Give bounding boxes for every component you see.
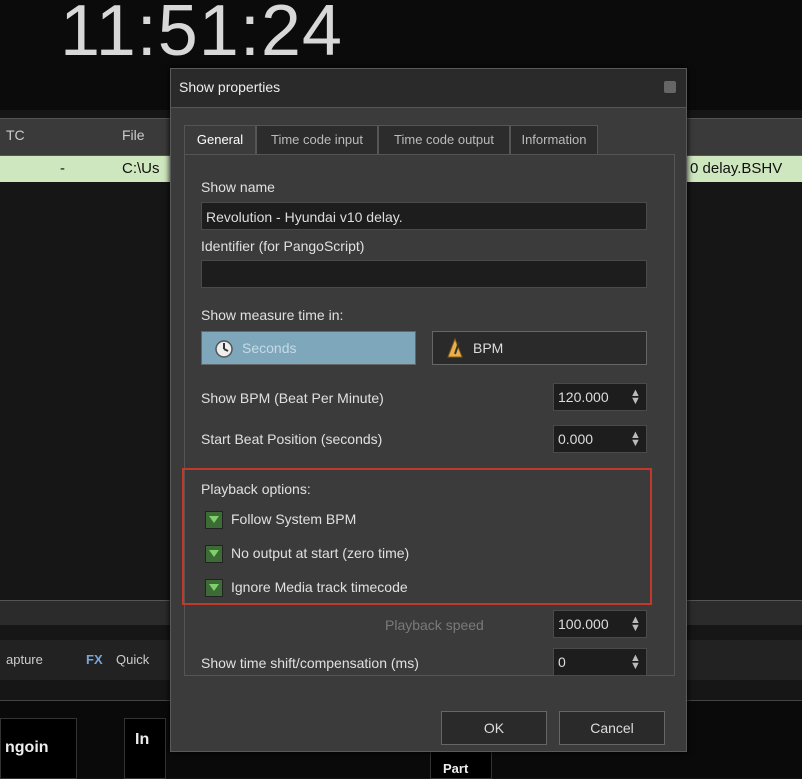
bpm-spinbox[interactable]: 120.000 ▲ ▼ (553, 383, 647, 411)
ok-button[interactable]: OK (441, 711, 547, 745)
tab-capture[interactable]: apture (6, 652, 43, 667)
dialog-title: Show properties (179, 79, 281, 95)
show-name-input[interactable]: Revolution - Hyundai v10 delay. (201, 202, 647, 230)
bpm-value: 120.000 (558, 389, 609, 405)
playback-speed-spinbox[interactable]: 100.000 ▲ ▼ (553, 610, 647, 638)
show-name-label: Show name (201, 179, 275, 195)
row-file-right: 0 delay.BSHV (690, 160, 783, 177)
tab-quick[interactable]: Quick (116, 652, 149, 667)
row-tc: - (60, 160, 65, 177)
thumbnail-label: In (135, 731, 150, 748)
bpm-label: BPM (473, 340, 504, 356)
seconds-mode-button[interactable]: Seconds (201, 331, 416, 365)
row-file: C:\Us (122, 160, 160, 177)
fx-icon: FX (86, 652, 103, 667)
window-icon (664, 81, 676, 93)
spin-arrows-icon[interactable]: ▲ ▼ (630, 615, 641, 634)
thumbnail[interactable]: ngoin (0, 718, 77, 779)
spin-arrows-icon[interactable]: ▲ ▼ (630, 653, 641, 672)
time-shift-spinbox[interactable]: 0 ▲ ▼ (553, 648, 647, 676)
clock-display: 11:51:24 (60, 0, 343, 71)
start-beat-value: 0.000 (558, 431, 594, 447)
thumbnail-label: Part (443, 761, 469, 776)
tab-general[interactable]: General (184, 125, 256, 156)
start-beat-label: Start Beat Position (seconds) (201, 431, 383, 447)
bpm-mode-button[interactable]: BPM (432, 331, 647, 365)
spin-arrows-icon[interactable]: ▲ ▼ (630, 388, 641, 407)
playback-speed-label: Playback speed (385, 617, 484, 633)
show-properties-dialog: Show properties General Time code input … (170, 68, 687, 752)
header-tc[interactable]: TC (6, 127, 25, 143)
thumbnail[interactable]: In (124, 718, 166, 779)
identifier-input[interactable] (201, 260, 647, 288)
thumbnail-label: ngoin (5, 739, 49, 756)
seconds-label: Seconds (242, 340, 297, 356)
measure-time-label: Show measure time in: (201, 307, 344, 323)
tab-time-code-output[interactable]: Time code output (378, 125, 510, 155)
identifier-label: Identifier (for PangoScript) (201, 238, 365, 254)
stopwatch-icon (215, 340, 233, 358)
tab-information[interactable]: Information (510, 125, 598, 155)
tab-time-code-input[interactable]: Time code input (256, 125, 378, 155)
metronome-icon (447, 338, 463, 358)
playback-options-highlight (182, 468, 652, 605)
show-bpm-label: Show BPM (Beat Per Minute) (201, 390, 384, 406)
playback-speed-value: 100.000 (558, 616, 609, 632)
time-shift-label: Show time shift/compensation (ms) (201, 655, 419, 671)
start-beat-spinbox[interactable]: 0.000 ▲ ▼ (553, 425, 647, 453)
time-shift-value: 0 (558, 654, 566, 670)
cancel-button[interactable]: Cancel (559, 711, 665, 745)
dialog-titlebar[interactable]: Show properties (171, 69, 686, 108)
spin-arrows-icon[interactable]: ▲ ▼ (630, 430, 641, 449)
header-file[interactable]: File (122, 127, 145, 143)
